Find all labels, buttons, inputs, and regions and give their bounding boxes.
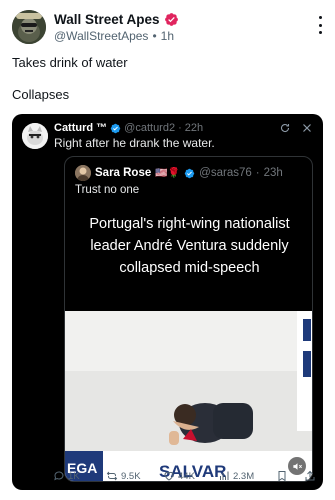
inner-author-flags: 🇺🇸🌹 — [155, 167, 181, 179]
post-time[interactable]: 1h — [161, 29, 174, 43]
meta-dot: · — [255, 167, 260, 179]
quoted-author-avatar[interactable] — [22, 123, 48, 149]
views-button[interactable]: 2.3M — [218, 470, 254, 482]
refresh-icon[interactable] — [279, 122, 291, 134]
quoted-post-card[interactable]: Catturd ™ @catturd2 · 22h Right after he… — [12, 114, 323, 490]
inner-author-name[interactable]: Sara Rose — [95, 167, 151, 179]
close-icon[interactable] — [301, 122, 313, 134]
view-count: 2.3M — [233, 470, 255, 482]
quoted-post-time[interactable]: 22h — [185, 122, 203, 134]
inner-post-time[interactable]: 23h — [264, 167, 283, 179]
views-icon — [220, 471, 229, 480]
repost-count: 9.5K — [121, 470, 141, 482]
tweet-header: Wall Street Apes @WallStreetApes • 1h — [12, 10, 323, 46]
video-player[interactable]: Portugal's right-wing nationalist leader… — [65, 203, 312, 481]
inner-quoted-post[interactable]: Sara Rose 🇺🇸🌹 @saras76 · 23h Trust no on… — [64, 156, 313, 482]
bookmark-icon — [278, 471, 286, 482]
author-name[interactable]: Wall Street Apes — [54, 12, 160, 27]
meta-dot: · — [178, 122, 182, 134]
video-frame: EGA SALVAR — [65, 311, 312, 481]
headline-line-2: leader André Ventura suddenly — [90, 238, 289, 254]
share-button[interactable] — [304, 470, 316, 482]
verified-badge-icon — [184, 168, 195, 178]
bookmark-button[interactable] — [276, 470, 288, 482]
quoted-author-handle[interactable]: @catturd2 — [124, 122, 175, 134]
inner-post-text: Trust no one — [75, 184, 140, 196]
headline-line-1: Portugal's right-wing nationalist — [89, 216, 290, 232]
verified-badge-icon — [110, 123, 121, 133]
heart-icon — [164, 471, 174, 481]
action-bar: 1K 9.5K 44K 2.3M — [0, 470, 335, 490]
meta-separator: • — [152, 29, 157, 43]
share-icon — [305, 470, 315, 481]
reply-count: 1K — [68, 470, 80, 482]
headline-line-3: collapsed mid-speech — [119, 260, 260, 276]
quoted-post-text: Right after he drank the water. — [54, 136, 215, 150]
tweet-text-line-1: Takes drink of water — [12, 55, 128, 70]
like-button[interactable]: 44K — [163, 470, 195, 482]
repost-icon — [106, 471, 118, 481]
inner-author-avatar[interactable] — [75, 165, 91, 181]
reply-button[interactable]: 1K — [53, 470, 80, 482]
author-avatar[interactable] — [12, 10, 46, 44]
inner-author-handle[interactable]: @saras76 — [199, 167, 252, 179]
like-count: 44K — [178, 470, 195, 482]
repost-button[interactable]: 9.5K — [106, 470, 141, 482]
more-options-icon[interactable] — [317, 16, 323, 34]
reply-icon — [54, 471, 64, 481]
quoted-author-name[interactable]: Catturd ™ — [54, 122, 107, 134]
author-meta: @WallStreetApes • 1h — [54, 29, 174, 43]
video-headline: Portugal's right-wing nationalist leader… — [65, 213, 312, 279]
tweet-text-line-2: Collapses — [12, 87, 70, 102]
verified-badge-icon — [164, 13, 178, 26]
author-handle[interactable]: @WallStreetApes — [54, 29, 148, 43]
